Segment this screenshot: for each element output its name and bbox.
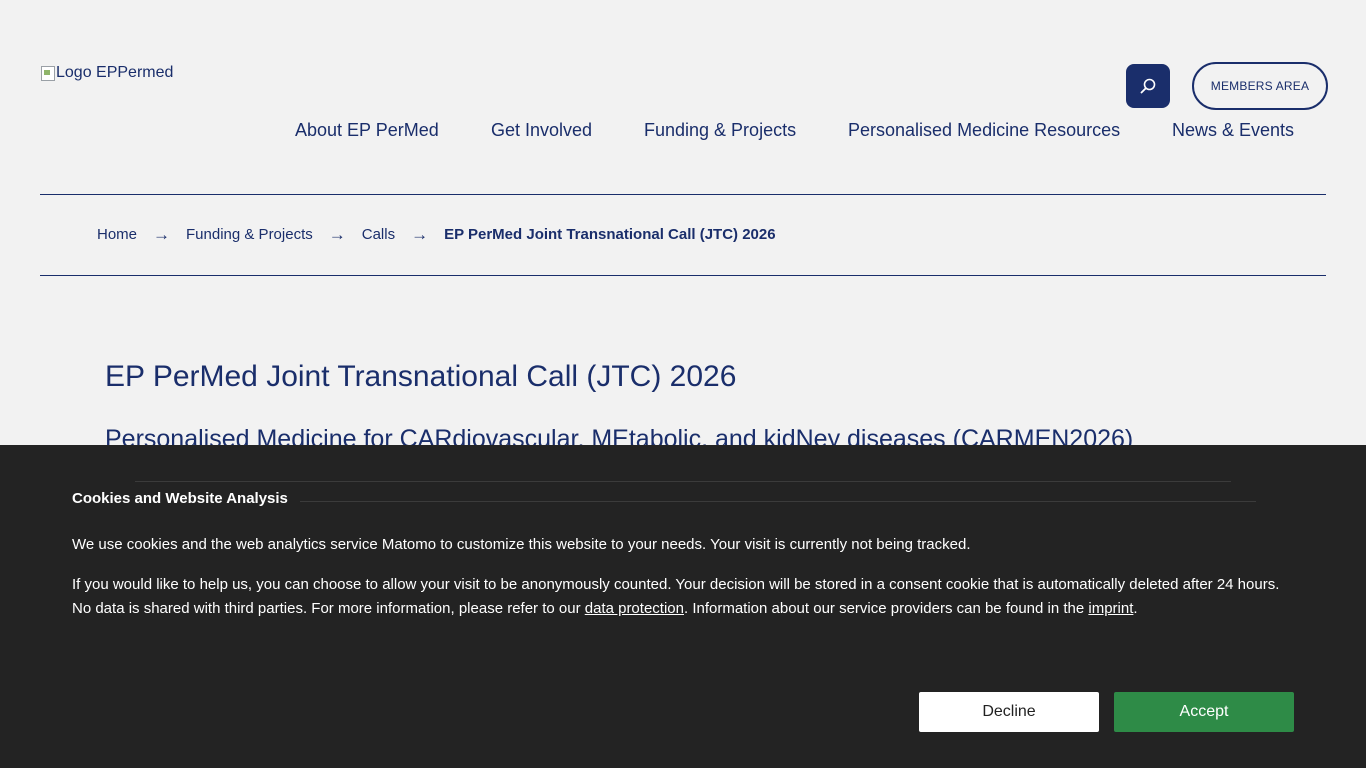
imprint-link[interactable]: imprint [1088,600,1133,617]
breadcrumb-home[interactable]: Home [97,225,137,245]
main-navigation: About EP PerMed Get Involved Funding & P… [0,119,1366,141]
site-logo[interactable]: Logo EPPermed [40,64,173,82]
members-area-button[interactable]: MEMBERS AREA [1192,62,1328,110]
decline-button[interactable]: Decline [919,692,1099,732]
cookie-banner-paragraph-1: We use cookies and the web analytics ser… [72,536,971,553]
search-button[interactable] [1126,64,1170,108]
nav-item-news-events[interactable]: News & Events [1172,119,1294,141]
nav-item-get-involved[interactable]: Get Involved [491,119,592,141]
breadcrumb-arrow-icon: → [411,225,429,244]
breadcrumb: Home → Funding & Projects → Calls → EP P… [97,225,776,245]
page-title: EP PerMed Joint Transnational Call (JTC)… [105,360,737,393]
cookie-banner-title: Cookies and Website Analysis [72,490,288,507]
breadcrumb-arrow-icon: → [153,225,171,244]
logo-alt-text: Logo EPPermed [56,64,174,81]
broken-image-icon [40,65,56,81]
accept-button[interactable]: Accept [1114,692,1294,732]
header-divider-top [40,194,1326,195]
breadcrumb-arrow-icon: → [328,225,346,244]
banner-divider [135,481,1231,482]
nav-item-funding-projects[interactable]: Funding & Projects [644,119,796,141]
header-divider-bottom [40,275,1326,276]
breadcrumb-current: EP PerMed Joint Transnational Call (JTC)… [444,226,776,243]
cookie-text-segment: . [1133,600,1138,617]
cookie-consent-banner: Cookies and Website Analysis We use cook… [0,445,1366,768]
breadcrumb-funding-projects[interactable]: Funding & Projects [186,225,313,245]
nav-item-pm-resources[interactable]: Personalised Medicine Resources [848,119,1120,141]
breadcrumb-calls[interactable]: Calls [362,225,395,245]
page: Logo EPPermed MEMBERS AREA About EP PerM… [0,0,1366,768]
cookie-banner-paragraph-2: If you would like to help us, you can ch… [72,573,1302,621]
search-icon [1140,78,1156,94]
nav-item-about[interactable]: About EP PerMed [295,119,439,141]
cookie-text-segment: . Information about our service provider… [683,600,1089,617]
data-protection-link[interactable]: data protection [585,600,684,617]
banner-divider [300,501,1256,502]
